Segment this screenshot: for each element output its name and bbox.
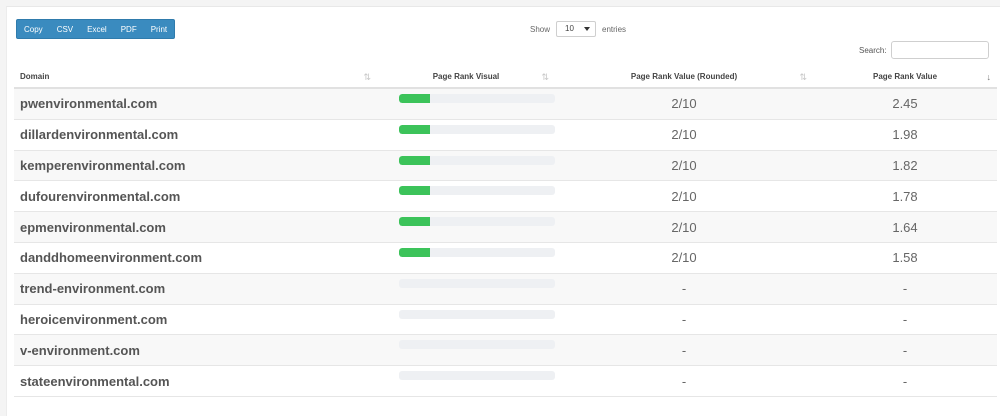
domain-cell: epmenvironmental.com — [20, 219, 166, 235]
page-rank-visual-cell — [377, 212, 555, 242]
page-rank-value-cell: - — [902, 311, 908, 327]
page-rank-value-cell: 2.45 — [892, 96, 918, 112]
page-rank-rounded-cell: 2/10 — [671, 157, 697, 173]
sort-icon: ⇅ — [541, 72, 549, 82]
page-rank-value-cell: - — [902, 342, 908, 358]
page-rank-visual-cell — [377, 89, 555, 119]
domain-cell: heroicenvironment.com — [20, 311, 168, 327]
table-row: stateenvironmental.com - - — [14, 366, 997, 397]
page-rank-bar-track — [399, 186, 555, 196]
page-rank-rounded-cell: - — [681, 373, 687, 389]
page-rank-bar-track — [399, 247, 555, 257]
page-rank-rounded-cell: 2/10 — [671, 188, 697, 204]
domain-cell: dillardenvironmental.com — [20, 127, 179, 143]
domain-cell: v-environment.com — [20, 342, 140, 358]
page-rank-bar-fill — [399, 155, 431, 165]
domain-cell: danddhomeenvironment.com — [20, 250, 203, 266]
table-row: dillardenvironmental.com 2/10 1.98 — [14, 120, 997, 151]
page-rank-visual-cell — [377, 120, 555, 150]
page-rank-rounded-cell: 2/10 — [671, 96, 697, 112]
page-rank-visual-cell — [377, 335, 555, 365]
page-rank-bar-track — [399, 371, 555, 381]
page-rank-rounded-cell: 2/10 — [671, 250, 697, 266]
page-rank-bar-track — [399, 124, 555, 134]
table-row: danddhomeenvironment.com 2/10 1.58 — [14, 243, 997, 274]
table-row: dufourenvironmental.com 2/10 1.78 — [14, 181, 997, 213]
page-rank-value-cell: - — [902, 281, 908, 297]
search-control: Search: — [859, 41, 989, 59]
page-rank-value-cell: - — [902, 373, 908, 389]
table-body: pwenvironmental.com 2/10 2.45 dillardenviro… — [14, 89, 997, 397]
table-row: epmenvironmental.com 2/10 1.64 — [14, 212, 997, 243]
content-card: Copy CSV Excel PDF Print Show 10 entries… — [6, 6, 1000, 416]
page-rank-bar-track — [399, 278, 555, 288]
sort-icon: ⇅ — [799, 72, 807, 82]
export-button-group: Copy CSV Excel PDF Print — [16, 19, 176, 39]
page-rank-rounded-cell: 2/10 — [671, 127, 697, 143]
column-header-domain[interactable]: Domain ⇅ — [14, 66, 377, 87]
page-rank-bar-track — [399, 155, 555, 165]
page-rank-visual-cell — [377, 274, 555, 304]
page-rank-visual-cell — [377, 305, 555, 335]
copy-button[interactable]: Copy — [17, 20, 50, 38]
search-label: Search: — [859, 45, 887, 55]
page-rank-rounded-cell: 2/10 — [671, 219, 697, 235]
page-rank-bar-fill — [399, 94, 431, 103]
page-rank-bar-fill — [399, 124, 431, 134]
sort-icon: ⇅ — [363, 72, 371, 82]
table-row: trend-environment.com - - — [14, 273, 997, 305]
domain-cell: kemperenvironmental.com — [20, 157, 186, 173]
page-rank-bar-fill — [399, 217, 431, 227]
chevron-down-icon — [584, 27, 591, 31]
page-rank-visual-cell — [377, 151, 555, 181]
page-rank-visual-cell — [377, 243, 555, 273]
page-rank-value-cell: 1.58 — [892, 250, 918, 266]
domain-cell: trend-environment.com — [20, 281, 166, 297]
table-row: kemperenvironmental.com 2/10 1.82 — [14, 150, 997, 182]
sort-desc-icon: ↓ — [986, 72, 992, 82]
pdf-button[interactable]: PDF — [114, 20, 144, 38]
table-header: Domain ⇅ Page Rank Visual ⇅ Page Rank Va… — [14, 66, 997, 89]
page-rank-bar-track — [399, 94, 555, 103]
page-rank-value-cell: 1.82 — [892, 157, 918, 173]
excel-button[interactable]: Excel — [80, 20, 114, 38]
csv-button[interactable]: CSV — [50, 20, 80, 38]
column-header-page-rank-visual[interactable]: Page Rank Visual ⇅ — [377, 66, 555, 87]
page-rank-bar-track — [399, 340, 555, 350]
page-rank-rounded-cell: - — [681, 281, 687, 297]
show-label: Show — [530, 24, 551, 34]
page-rank-value-cell: 1.78 — [892, 188, 918, 204]
search-input[interactable] — [890, 41, 989, 59]
page-rank-bar-fill — [399, 247, 431, 257]
page-rank-bar-fill — [399, 186, 431, 196]
table-row: pwenvironmental.com 2/10 2.45 — [14, 89, 997, 120]
entries-length-control: Show 10 entries — [530, 21, 626, 37]
domain-cell: dufourenvironmental.com — [20, 188, 181, 204]
page-rank-visual-cell — [377, 181, 555, 211]
page-rank-rounded-cell: - — [681, 311, 687, 327]
column-header-page-rank-rounded[interactable]: Page Rank Value (Rounded) ⇅ — [555, 66, 813, 87]
page-rank-table: Domain ⇅ Page Rank Visual ⇅ Page Rank Va… — [14, 66, 997, 397]
entries-select-value: 10 — [565, 24, 574, 33]
page-rank-visual-cell — [377, 366, 555, 396]
entries-label: entries — [602, 24, 627, 34]
table-row: heroicenvironment.com - - — [14, 305, 997, 336]
column-header-page-rank-value[interactable]: Page Rank Value ↓ — [813, 66, 997, 87]
print-button[interactable]: Print — [144, 20, 174, 38]
table-row: v-environment.com - - — [14, 335, 997, 367]
page-rank-rounded-cell: - — [681, 342, 687, 358]
page-rank-bar-track — [399, 217, 555, 227]
page-rank-bar-track — [399, 309, 555, 319]
page-rank-value-cell: 1.64 — [892, 219, 918, 235]
domain-cell: pwenvironmental.com — [20, 96, 158, 112]
domain-cell: stateenvironmental.com — [20, 373, 170, 389]
page-rank-value-cell: 1.98 — [892, 127, 918, 143]
entries-select[interactable]: 10 — [556, 21, 597, 37]
